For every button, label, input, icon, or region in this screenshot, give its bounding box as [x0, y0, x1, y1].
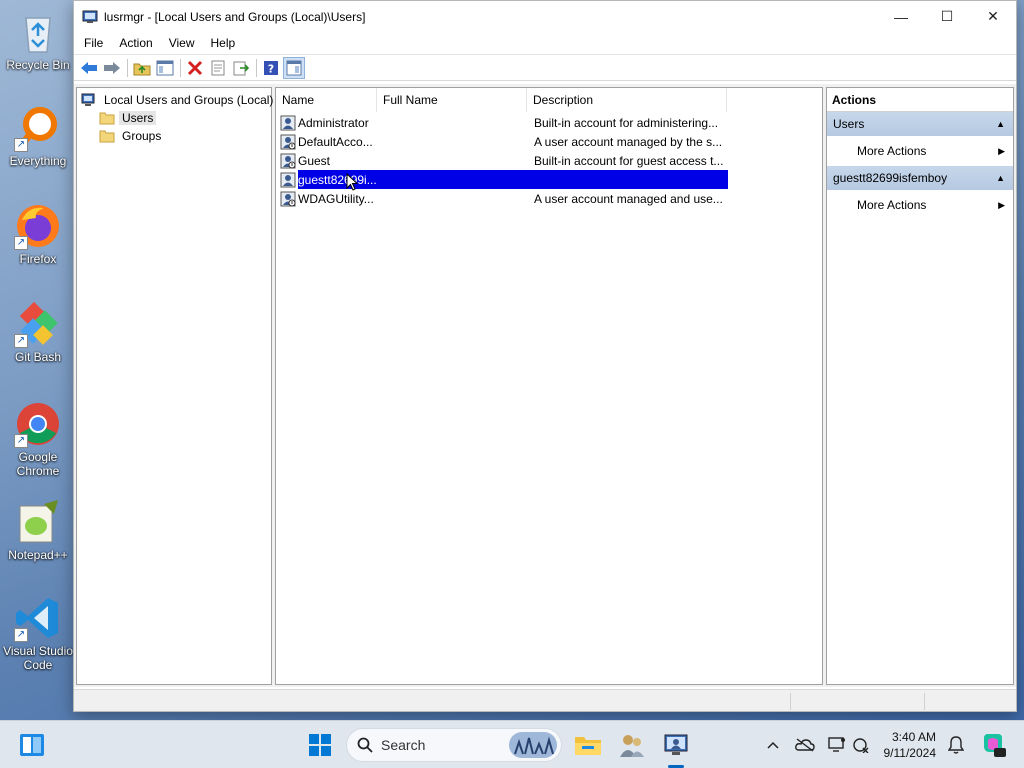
up-folder-icon[interactable]: [131, 57, 153, 79]
taskbar-clock[interactable]: 3:40 AM 9/11/2024: [874, 729, 937, 761]
actions-section-users[interactable]: Users ▲: [827, 112, 1013, 136]
maximize-button[interactable]: ☐: [924, 1, 970, 32]
desktop-icon-recycle-bin[interactable]: Recycle Bin: [2, 8, 74, 72]
column-header-name[interactable]: Name: [276, 88, 377, 112]
submenu-arrow-icon: ▶: [998, 146, 1005, 156]
tree-item-groups[interactable]: Groups: [99, 127, 164, 144]
desktop-icon-notepad-plus-plus[interactable]: Notepad++: [2, 498, 74, 562]
user-row-guestt82699isfemboy[interactable]: guestt82699i...: [280, 170, 728, 191]
console-tree: Local Users and Groups (Local) Users Gro…: [76, 87, 273, 685]
toolbar: ?: [74, 54, 1016, 81]
menu-bar: File Action View Help: [74, 32, 1016, 54]
submenu-arrow-icon: ▶: [998, 200, 1005, 210]
search-highlight-icon: [509, 732, 557, 758]
more-actions-selected-user[interactable]: More Actions ▶: [827, 190, 1013, 220]
user-row-guest[interactable]: Guest Built-in account for guest access …: [280, 151, 728, 170]
status-divider: [924, 693, 925, 710]
menu-help[interactable]: Help: [203, 32, 244, 54]
computer-management-icon: [82, 9, 98, 25]
properties-icon[interactable]: [207, 57, 229, 79]
show-action-pane-icon[interactable]: [283, 56, 305, 79]
back-icon[interactable]: [78, 57, 100, 79]
lusrmgr-window: lusrmgr - [Local Users and Groups (Local…: [73, 0, 1017, 712]
toolbar-separator: [256, 58, 257, 77]
folder-icon: [99, 111, 115, 125]
desktop-icon-firefox[interactable]: ↗ Firefox: [2, 202, 74, 266]
tree-item-users[interactable]: Users: [99, 109, 157, 126]
display-icon[interactable]: [826, 721, 848, 768]
window-title: lusrmgr - [Local Users and Groups (Local…: [104, 9, 366, 24]
collapse-icon[interactable]: ▲: [996, 112, 1005, 136]
svg-text:?: ?: [268, 62, 274, 75]
tree-root[interactable]: Local Users and Groups (Local): [81, 91, 276, 108]
desktop-icon-vscode[interactable]: ↗ Visual Studio Code: [2, 594, 74, 672]
onedrive-offline-icon[interactable]: [794, 721, 816, 768]
search-icon: [357, 737, 373, 753]
minimize-button[interactable]: —: [878, 1, 924, 32]
lusrmgr-taskbar-icon[interactable]: [660, 729, 692, 761]
user-icon: [280, 172, 296, 188]
close-button[interactable]: ✕: [970, 1, 1016, 32]
firefox-icon: ↗: [14, 202, 62, 250]
user-icon: [280, 115, 296, 131]
user-row-defaultaccount[interactable]: DefaultAcco... A user account managed by…: [280, 132, 728, 151]
user-disabled-icon: [280, 153, 296, 169]
file-explorer-icon[interactable]: [572, 729, 604, 761]
toolbar-separator: [180, 58, 181, 77]
actions-title: Actions: [827, 88, 1013, 112]
console-content: Local Users and Groups (Local) Users Gro…: [74, 84, 1016, 687]
menu-view[interactable]: View: [161, 32, 203, 54]
user-disabled-icon: [280, 134, 296, 150]
chrome-icon: ↗: [14, 400, 62, 448]
taskbar-search[interactable]: Search: [346, 728, 562, 762]
git-bash-icon: ↗: [14, 300, 62, 348]
everything-icon: ↗: [14, 104, 62, 152]
column-header-description[interactable]: Description: [527, 88, 727, 112]
computer-users-icon: [81, 93, 97, 107]
copilot-icon[interactable]: [978, 721, 1008, 768]
actions-section-selected-user[interactable]: guestt82699isfemboy ▲: [827, 166, 1013, 190]
actions-pane: Actions Users ▲ More Actions ▶ guestt826…: [826, 87, 1014, 685]
widgets-icon[interactable]: [16, 729, 48, 761]
desktop-icon-google-chrome[interactable]: ↗ Google Chrome: [2, 400, 74, 478]
forward-icon[interactable]: [101, 57, 123, 79]
desktop-icon-git-bash[interactable]: ↗ Git Bash: [2, 300, 74, 364]
toolbar-separator: [127, 58, 128, 77]
column-header-full-name[interactable]: Full Name: [377, 88, 527, 112]
show-hidden-icons-chevron-icon[interactable]: [762, 721, 784, 768]
show-tree-icon[interactable]: [154, 57, 176, 79]
vscode-icon: ↗: [14, 594, 62, 642]
notepad-plus-plus-icon: [14, 498, 62, 546]
export-icon[interactable]: [230, 57, 252, 79]
title-bar[interactable]: lusrmgr - [Local Users and Groups (Local…: [74, 1, 1016, 32]
network-disconnected-icon[interactable]: [850, 721, 872, 768]
users-list: Name Full Name Description Administrator…: [275, 87, 823, 685]
more-actions-users[interactable]: More Actions ▶: [827, 136, 1013, 166]
user-disabled-icon: [280, 191, 296, 207]
delete-icon[interactable]: [184, 57, 206, 79]
users-management-taskbar-icon[interactable]: [616, 729, 648, 761]
help-icon[interactable]: ?: [260, 57, 282, 79]
start-icon[interactable]: [304, 729, 336, 761]
desktop-icon-everything[interactable]: ↗ Everything: [2, 104, 74, 168]
status-bar: [74, 689, 1016, 711]
status-divider: [790, 693, 791, 710]
notifications-bell-icon[interactable]: [944, 721, 968, 768]
taskbar: Search 3:40 AM 9/11/2024: [0, 720, 1024, 768]
folder-icon: [99, 129, 115, 143]
collapse-icon[interactable]: ▲: [996, 166, 1005, 190]
menu-file[interactable]: File: [76, 32, 111, 54]
recycle-bin-icon: [14, 8, 62, 56]
user-row-administrator[interactable]: Administrator Built-in account for admin…: [280, 113, 728, 132]
menu-action[interactable]: Action: [111, 32, 160, 54]
user-row-wdagutilityaccount[interactable]: WDAGUtility... A user account managed an…: [280, 189, 728, 208]
